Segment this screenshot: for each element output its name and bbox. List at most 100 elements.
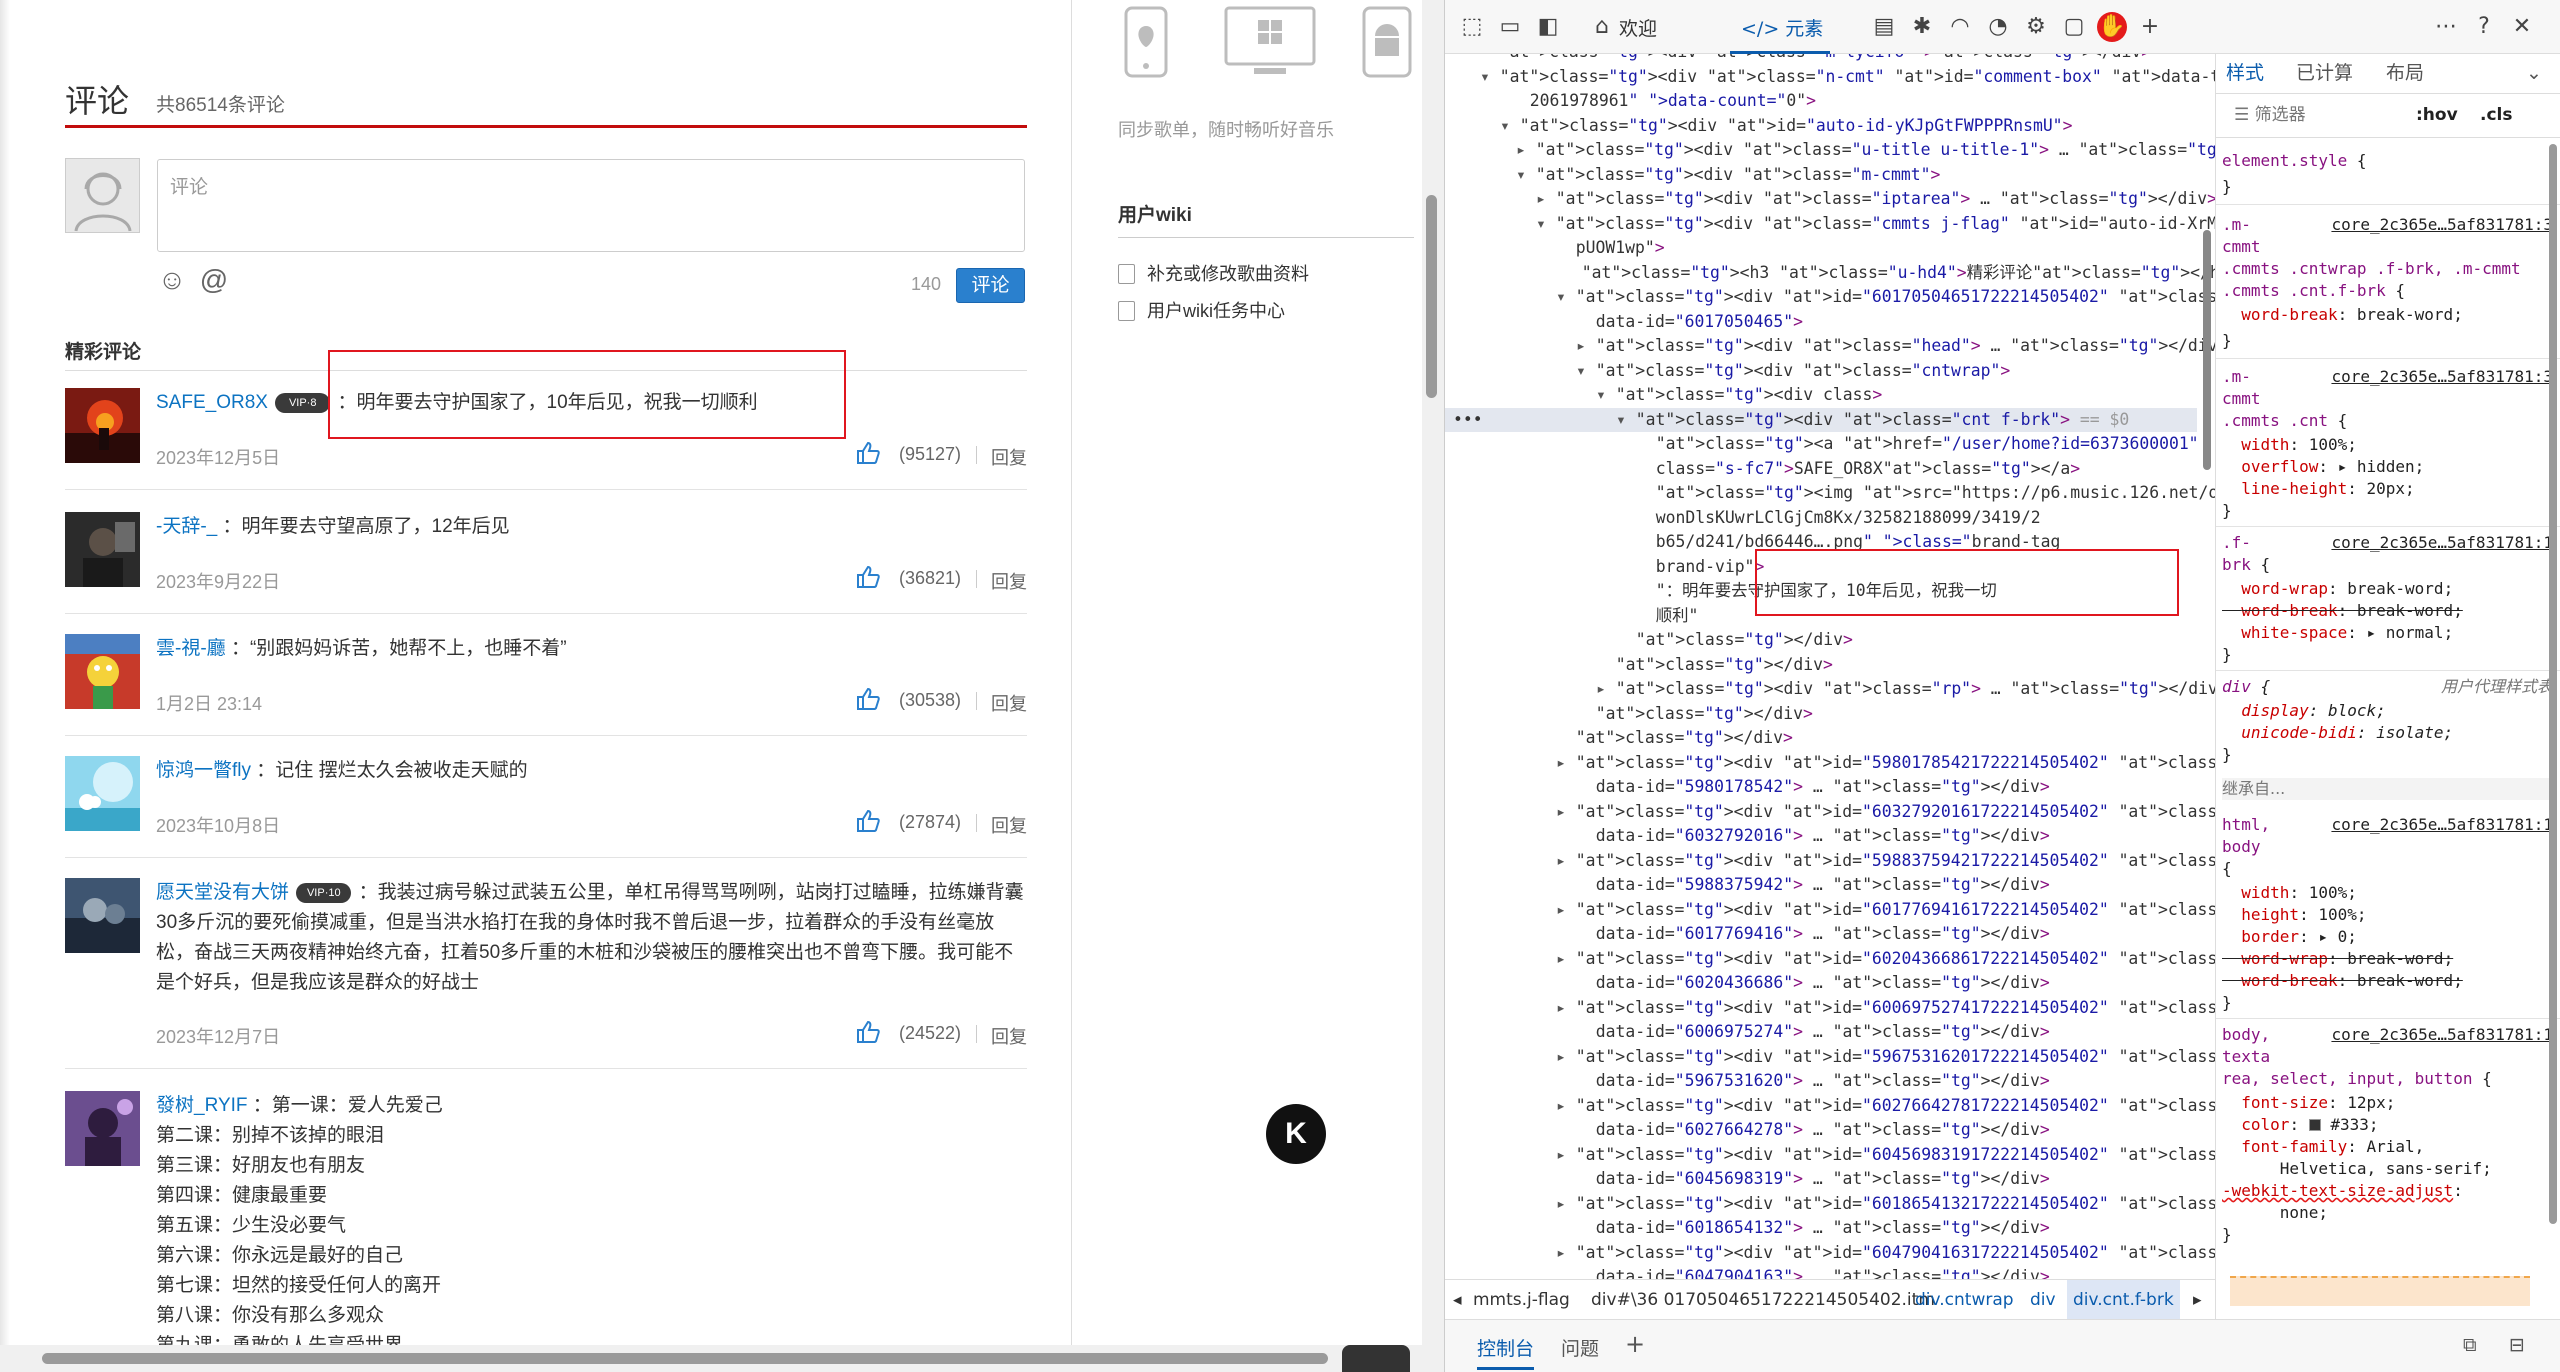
dom-node-line[interactable]: data-id="5980178542"> … "at">class="tg">…	[1576, 775, 2050, 800]
reply-button[interactable]: 回复	[991, 444, 1027, 470]
dom-scrollbar[interactable]	[2200, 60, 2214, 1280]
dom-tree[interactable]: ••• "at">class="tg"><div "at">class="m-l…	[1445, 54, 2215, 1279]
dom-node-line[interactable]: ▾ "at">class="tg"><div class>	[1596, 383, 1882, 408]
dom-node-line[interactable]: ▸ "at">class="tg"><div "at">id="60204366…	[1556, 947, 2215, 972]
dom-node-line[interactable]: ▸ "at">class="tg"><div "at">id="60456983…	[1556, 1143, 2215, 1168]
style-rule-selector[interactable]: html, body{	[2222, 814, 2270, 880]
comment-username[interactable]: SAFE_OR8X	[156, 392, 268, 413]
android-icon[interactable]	[1362, 6, 1412, 78]
avatar[interactable]	[65, 634, 140, 709]
breadcrumb-item[interactable]: div	[2030, 1280, 2056, 1319]
dom-node-line[interactable]: data-id="5967531620"> … "at">class="tg">…	[1576, 1069, 2050, 1094]
dom-node-line[interactable]: "at">class="tg"><a "at">href="/user/home…	[1636, 432, 2199, 457]
tab-computed[interactable]: 已计算	[2296, 62, 2353, 84]
dom-node-line[interactable]: ▸ "at">class="tg"><div "at">class="head"…	[1576, 334, 2215, 359]
dom-node-line[interactable]: "at">class="tg"></div>	[1556, 726, 1793, 751]
style-decl[interactable]: color: #333;	[2222, 1114, 2378, 1136]
scrollbar-thumb[interactable]	[2203, 230, 2211, 470]
dom-node-line[interactable]: pUOW1wp">	[1556, 236, 1665, 261]
reply-button[interactable]: 回复	[991, 690, 1027, 716]
style-decl[interactable]: word-break: break-word;	[2222, 304, 2463, 326]
breadcrumb-next-arrow[interactable]: ▸	[2193, 1280, 2202, 1319]
dom-node-line[interactable]: ▸ "at">class="tg"><div "at">id="60177694…	[1556, 898, 2215, 923]
comment-username[interactable]: 惊鸿一瞥fly	[156, 760, 251, 781]
style-rule-selector[interactable]: div {	[2222, 676, 2270, 698]
add-drawer-tab-icon[interactable]: +	[1625, 1330, 1645, 1358]
dom-node-line[interactable]: ▸ "at">class="tg"><div "at">id="59801785…	[1556, 751, 2215, 776]
dom-node-line[interactable]: wonDlsKUwrLClGjCm8Kx/32582188099/3419/2	[1636, 506, 2041, 531]
cls-toggle[interactable]: .cls	[2480, 104, 2512, 126]
application-icon[interactable]: ▢	[2059, 12, 2089, 42]
stylesheet-link[interactable]: core_2c365e…5af831781:1	[2331, 814, 2553, 836]
add-tab-icon[interactable]: +	[2135, 12, 2165, 42]
comment-username[interactable]: 發树_RYIF	[156, 1095, 248, 1116]
tab-welcome[interactable]: 欢迎	[1619, 14, 1657, 41]
scrollbar-thumb[interactable]	[42, 1353, 1328, 1364]
dom-node-line[interactable]: "at">class="tg"></div>	[1596, 653, 1833, 678]
debugger-bug-icon[interactable]: ✱	[1907, 12, 1937, 42]
dom-node-line[interactable]: data-id="6045698319"> … "at">class="tg">…	[1576, 1167, 2050, 1192]
dom-node-line[interactable]: data-id="6020436686"> … "at">class="tg">…	[1576, 971, 2050, 996]
style-decl-overridden[interactable]: word-wrap: break-word;	[2222, 948, 2453, 970]
settings-gear-icon[interactable]: ⚙	[2021, 12, 2051, 42]
dom-node-line[interactable]: ▸ "at">class="tg"><div "at">id="60479041…	[1556, 1241, 2215, 1266]
dom-node-line[interactable]: data-id="6027664278"> … "at">class="tg">…	[1576, 1118, 2050, 1143]
avatar[interactable]	[65, 756, 140, 831]
avatar[interactable]	[65, 512, 140, 587]
emoji-icon[interactable]: ☺	[156, 264, 188, 296]
dom-node-line[interactable]: ▾ "at">class="tg"><div "at">class="cnt f…	[1616, 408, 2129, 433]
style-decl[interactable]: font-size: 12px;	[2222, 1092, 2395, 1114]
avatar[interactable]	[65, 388, 140, 463]
style-decl-overridden[interactable]: word-break: break-word;	[2222, 970, 2463, 992]
floating-k-button[interactable]: K	[1266, 1104, 1326, 1164]
stylesheet-link[interactable]: core_2c365e…5af831781:3	[2331, 366, 2553, 388]
more-options-icon[interactable]: ⋯	[2431, 12, 2461, 42]
node-menu-icon[interactable]: •••	[1453, 408, 1483, 433]
breadcrumb-item[interactable]: div#\36 0170504651722214505402.itm	[1591, 1280, 1935, 1319]
style-rule-element[interactable]: element.style {	[2222, 150, 2367, 172]
network-wifi-icon[interactable]: ◠	[1945, 12, 1975, 42]
comment-username[interactable]: -天辞-_	[156, 516, 217, 537]
comment-input[interactable]: 评论	[157, 159, 1025, 252]
dom-node-line[interactable]: "at">class="tg"></div>	[1616, 628, 1853, 653]
windows-pc-icon[interactable]	[1224, 6, 1316, 78]
dom-node-line[interactable]: ▸ "at">class="tg"><div "at">id="59883759…	[1556, 849, 2215, 874]
dom-node-line[interactable]: "at">class="tg"></div>	[1576, 702, 1813, 727]
dom-node-line[interactable]: data-id="6047904163"> … "at">class="tg">…	[1576, 1265, 2050, 1279]
dom-node-line[interactable]: ▾ "at">class="tg"><div "at">class="cntwr…	[1576, 359, 2010, 384]
dom-node-line[interactable]: ▸ "at">class="tg"><div "at">id="60186541…	[1556, 1192, 2215, 1217]
stylesheet-link[interactable]: core_2c365e…5af831781:1	[2331, 532, 2553, 554]
like-icon[interactable]	[855, 564, 881, 590]
iphone-icon[interactable]	[1124, 6, 1168, 78]
dom-node-line[interactable]: data-id="6017769416"> … "at">class="tg">…	[1576, 922, 2050, 947]
dom-node-line[interactable]: ▾ "at">class="tg"><div "at">class="m-cmm…	[1516, 163, 1940, 188]
page-vertical-scrollbar[interactable]	[1422, 0, 1444, 1345]
style-decl[interactable]: line-height: 20px;	[2222, 478, 2414, 500]
tab-styles[interactable]: 样式	[2226, 62, 2264, 84]
dom-node-line[interactable]: ▸ "at">class="tg"><div "at">id="60276642…	[1556, 1094, 2215, 1119]
dom-node-line[interactable]: "at">class="tg"><img "at">src="https://p…	[1636, 481, 2215, 506]
style-rule-selector[interactable]: .m-cmmt .cmmts .cnt {	[2222, 366, 2347, 432]
like-icon[interactable]	[855, 686, 881, 712]
dom-node-line[interactable]: 顺利"	[1636, 604, 1699, 629]
dom-node-line[interactable]: ▾ "at">class="tg"><div "at">class="n-cmt…	[1480, 65, 2215, 90]
style-decl-warning[interactable]: -webkit-text-size-adjust: none;	[2222, 1180, 2463, 1224]
device-emulation-icon[interactable]: ▭	[1495, 12, 1525, 42]
avatar[interactable]	[65, 878, 140, 953]
avatar[interactable]	[65, 1091, 140, 1166]
style-rule-selector[interactable]: .f-brk {	[2222, 532, 2270, 576]
dom-node-line[interactable]: ▸ "at">class="tg"><div "at">id="59675316…	[1556, 1045, 2215, 1070]
dom-node-line[interactable]: class="s-fc7">SAFE_OR8X"at">class="tg"><…	[1636, 457, 2080, 482]
dom-node-line[interactable]: data-id="6017050465">	[1576, 310, 1803, 335]
dom-node-line[interactable]: ▾ "at">class="tg"><div "at">class="cmmts…	[1536, 212, 2215, 237]
breadcrumb-item[interactable]: div.cntwrap	[1915, 1280, 2014, 1319]
dom-node-line[interactable]: data-id="6018654132"> … "at">class="tg">…	[1576, 1216, 2050, 1241]
tab-issues[interactable]: 问题	[1561, 1334, 1599, 1361]
breadcrumb-prev-arrow[interactable]: ◂	[1453, 1280, 1462, 1319]
reply-button[interactable]: 回复	[991, 568, 1027, 594]
dom-node-line[interactable]: data-id="6032792016"> … "at">class="tg">…	[1576, 824, 2050, 849]
dom-node-line[interactable]: data-id="6006975274"> … "at">class="tg">…	[1576, 1020, 2050, 1045]
dom-node-line[interactable]: "at">class="tg"><h3 "at">class="u-hd4">精…	[1562, 261, 2215, 286]
dom-node-line[interactable]: ▾ "at">class="tg"><div "at">id="60170504…	[1556, 285, 2215, 310]
styles-scrollbar[interactable]	[2548, 104, 2558, 1304]
